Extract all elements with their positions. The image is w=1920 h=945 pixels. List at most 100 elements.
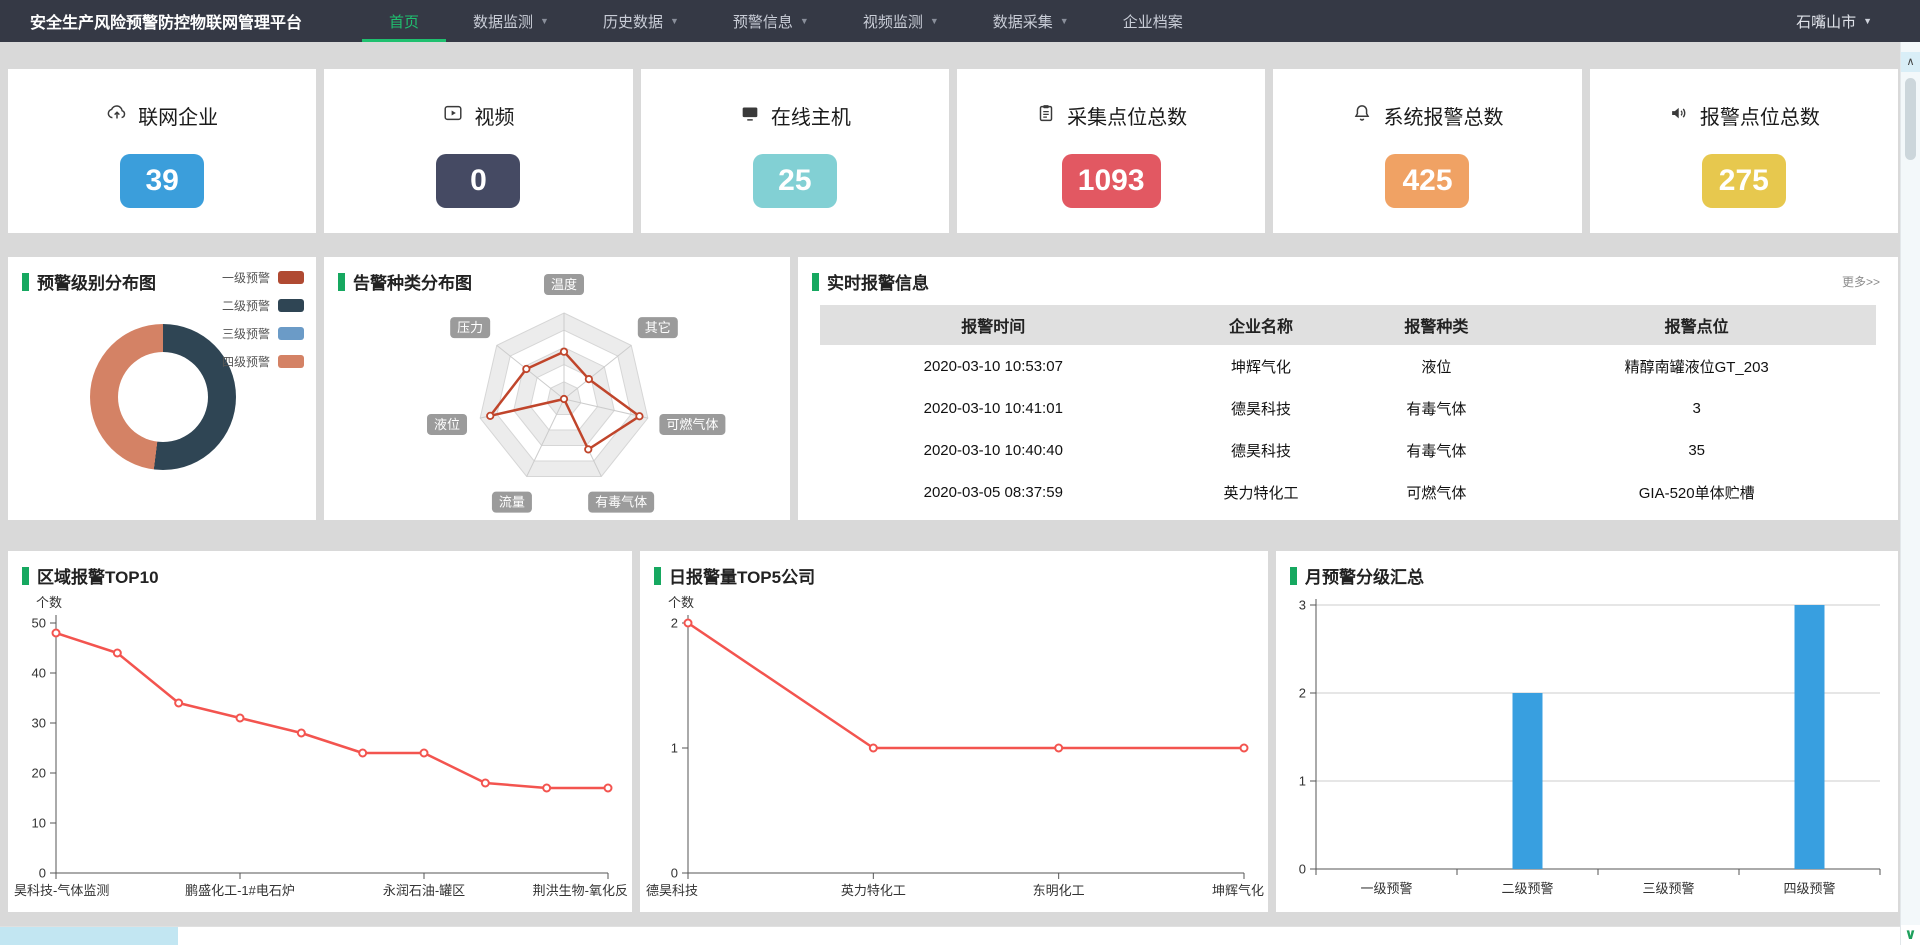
stat-card-label: 在线主机 (771, 101, 851, 130)
green-marker-icon (812, 273, 819, 291)
svg-text:英力特化工: 英力特化工 (841, 883, 906, 898)
legend-label: 二级预警 (222, 297, 270, 314)
green-marker-icon (22, 273, 29, 291)
chevron-down-icon: ▼ (800, 16, 809, 26)
svg-text:3: 3 (1299, 598, 1306, 613)
table-header-报警点位: 报警点位 (1517, 305, 1876, 345)
video-icon (442, 102, 464, 129)
legend-swatch (278, 355, 304, 368)
table-row[interactable]: 2020-03-10 10:41:01德昊科技有毒气体3 (820, 387, 1876, 429)
radar-axis-label-可燃气体: 可燃气体 (659, 414, 725, 435)
svg-text:可燃气体: 可燃气体 (666, 417, 718, 432)
stat-card-value: 1093 (1062, 154, 1161, 208)
stat-card-value: 275 (1702, 154, 1786, 208)
stat-card-label: 视频 (474, 101, 514, 130)
monthly-summary-bar-chart[interactable]: 0123一级预警二级预警三级预警四级预警 (1276, 579, 1898, 909)
table-cell: 3 (1517, 387, 1876, 429)
panel-title-text: 实时报警信息 (827, 269, 929, 294)
clipboard-icon (1035, 102, 1057, 129)
nav-item-预警信息[interactable]: 预警信息▼ (706, 0, 836, 42)
radar-axis-label-有毒气体: 有毒气体 (588, 492, 654, 513)
bar-四级预警[interactable] (1795, 605, 1825, 869)
nav-item-企业档案[interactable]: 企业档案 (1096, 0, 1210, 42)
legend-label: 四级预警 (222, 353, 270, 370)
stat-card-value: 425 (1385, 154, 1469, 208)
svg-text:个数: 个数 (668, 595, 694, 610)
table-row[interactable]: 2020-03-10 10:53:07坤辉气化液位精醇南罐液位GT_203 (820, 345, 1876, 387)
daily-top5-line-chart[interactable]: 个数012德昊科技英力特化工东明化工坤辉气化 (640, 579, 1268, 909)
bar-二级预警[interactable] (1513, 693, 1543, 869)
green-marker-icon (338, 273, 345, 291)
more-link[interactable]: 更多>> (1842, 273, 1880, 290)
stat-card-label: 报警点位总数 (1700, 101, 1820, 130)
alarm-type-radar-chart[interactable]: 温度其它可燃气体有毒气体流量液位压力 (324, 257, 790, 520)
nav-item-数据监测[interactable]: 数据监测▼ (446, 0, 576, 42)
svg-text:个数: 个数 (36, 595, 62, 610)
panel-title-daily-top5: 日报警量TOP5公司 (654, 563, 815, 588)
stat-card-联网企业: 联网企业39 (8, 69, 316, 233)
table-cell: 2020-03-10 10:53:07 (820, 345, 1167, 387)
chevron-down-icon: ▼ (930, 16, 939, 26)
svg-text:压力: 压力 (457, 320, 483, 335)
panel-title-warning-level: 预警级别分布图 (22, 269, 156, 294)
nav-item-label: 企业档案 (1123, 11, 1183, 32)
nav-item-历史数据[interactable]: 历史数据▼ (576, 0, 706, 42)
radar-axis-label-压力: 压力 (450, 317, 490, 338)
legend-swatch (278, 299, 304, 312)
vertical-scrollbar[interactable]: ∧ ∨ (1900, 42, 1920, 945)
footer-left-block (0, 927, 178, 945)
realtime-alarm-table: 报警时间企业名称报警种类报警点位2020-03-10 10:53:07坤辉气化液… (820, 305, 1876, 513)
legend-item-二级预警[interactable]: 二级预警 (222, 297, 304, 314)
svg-text:30: 30 (32, 716, 46, 731)
stat-card-在线主机: 在线主机25 (641, 69, 949, 233)
table-cell: 英力特化工 (1167, 471, 1356, 513)
table-cell: 35 (1517, 429, 1876, 471)
table-cell: 有毒气体 (1355, 387, 1517, 429)
stat-card-label: 联网企业 (138, 101, 218, 130)
scroll-up-arrow-icon[interactable]: ∧ (1901, 52, 1920, 72)
nav-item-label: 首页 (389, 11, 419, 32)
chevron-down-icon: ▼ (1863, 16, 1872, 26)
table-cell: 精醇南罐液位GT_203 (1517, 345, 1876, 387)
table-cell: 2020-03-10 10:40:40 (820, 429, 1167, 471)
panel-region-top10: 区域报警TOP10 个数01020304050昊科技-气体监测鹏盛化工-1#电石… (8, 551, 632, 912)
table-cell: 2020-03-10 10:41:01 (820, 387, 1167, 429)
app-title: 安全生产风险预警防控物联网管理平台 (30, 9, 302, 33)
scroll-down-arrow-icon[interactable]: ∨ (1901, 925, 1920, 945)
legend-item-四级预警[interactable]: 四级预警 (222, 353, 304, 370)
region-selector[interactable]: 石嘴山市 ▼ (1796, 11, 1872, 32)
svg-text:有毒气体: 有毒气体 (595, 495, 647, 510)
bell-icon (1351, 102, 1373, 129)
stat-card-label: 系统报警总数 (1383, 101, 1503, 130)
stat-card-head: 系统报警总数 (1351, 101, 1503, 130)
panel-title-text: 区域报警TOP10 (37, 563, 159, 588)
table-row[interactable]: 2020-03-05 08:37:59英力特化工可燃气体GIA-520单体贮槽 (820, 471, 1876, 513)
svg-text:0: 0 (1299, 862, 1306, 877)
chevron-down-icon: ▼ (540, 16, 549, 26)
nav-item-视频监测[interactable]: 视频监测▼ (836, 0, 966, 42)
panel-title-text: 日报警量TOP5公司 (669, 563, 815, 588)
legend-item-一级预警[interactable]: 一级预警 (222, 269, 304, 286)
green-marker-icon (654, 567, 661, 585)
table-row[interactable]: 2020-03-10 10:40:40德昊科技有毒气体35 (820, 429, 1876, 471)
panel-alarm-type: 温度其它可燃气体有毒气体流量液位压力 告警种类分布图 (324, 257, 790, 520)
svg-text:德昊科技: 德昊科技 (646, 883, 698, 898)
svg-text:东明化工: 东明化工 (1033, 883, 1085, 898)
svg-text:其它: 其它 (645, 320, 671, 335)
radar-axis-label-其它: 其它 (638, 317, 678, 338)
nav-item-首页[interactable]: 首页 (362, 0, 446, 42)
legend-item-三级预警[interactable]: 三级预警 (222, 325, 304, 342)
panel-title-text: 月预警分级汇总 (1305, 563, 1424, 588)
table-cell: 坤辉气化 (1167, 345, 1356, 387)
legend-label: 一级预警 (222, 269, 270, 286)
table-header-报警种类: 报警种类 (1355, 305, 1517, 345)
radar-axis-label-温度: 温度 (544, 274, 584, 295)
region-top10-line-chart[interactable]: 个数01020304050昊科技-气体监测鹏盛化工-1#电石炉永润石油-罐区荆洪… (8, 579, 632, 909)
table-cell: 2020-03-05 08:37:59 (820, 471, 1167, 513)
stat-card-视频: 视频0 (324, 69, 632, 233)
nav-item-数据采集[interactable]: 数据采集▼ (966, 0, 1096, 42)
svg-text:0: 0 (671, 866, 678, 881)
svg-text:50: 50 (32, 616, 46, 631)
monitor-icon (739, 102, 761, 129)
scrollbar-thumb[interactable] (1905, 78, 1916, 160)
